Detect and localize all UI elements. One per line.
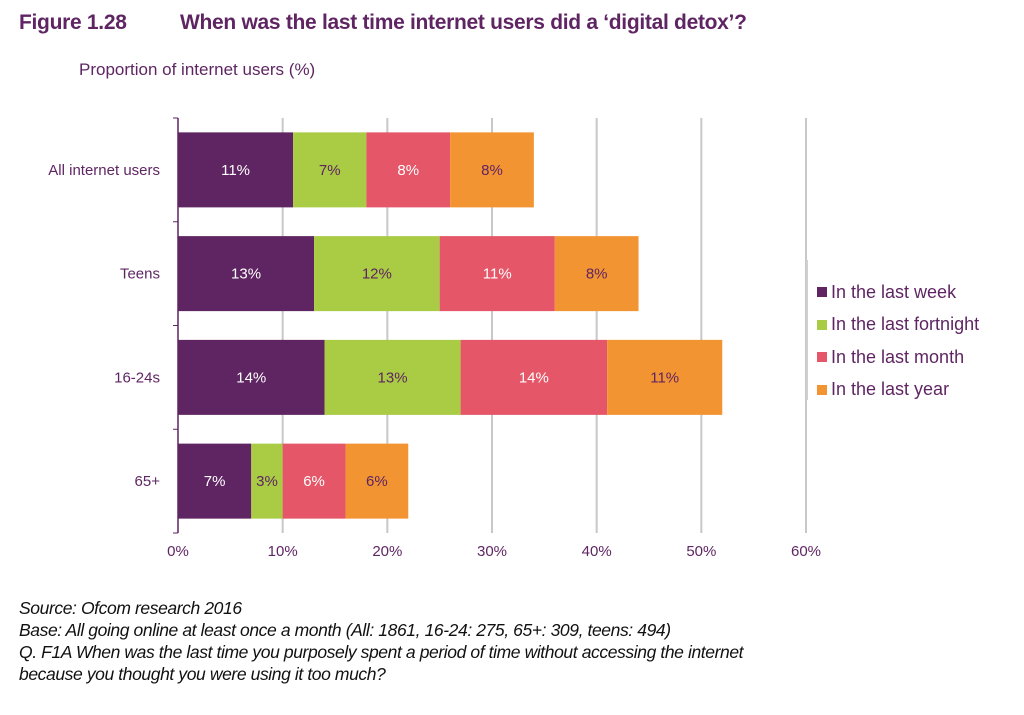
legend-divider [806,260,808,400]
question-note-line-2: because you thought you were using it to… [19,664,386,684]
data-label: 7% [204,473,226,490]
data-label: 7% [319,162,341,179]
legend-swatch [817,352,827,363]
footer-notes: Source: Ofcom research 2016 Base: All go… [19,597,744,685]
x-tick-label: 60% [791,543,821,560]
category-label: All internet users [48,162,160,179]
x-tick-label: 20% [372,543,402,560]
bars: 11% 7% 8% 8% 13% 12% 11% 8% 14% 13% 14% 11% 7% 3% 6% 6% [178,132,723,519]
legend-label: In the last year [831,379,950,400]
data-label: 6% [303,473,325,490]
category-label: Teens [120,266,160,283]
data-label: 13% [378,369,408,386]
data-label: 8% [397,162,419,179]
legend-item: In the last fortnight [817,309,979,342]
x-tick-label: 10% [268,543,298,560]
data-label: 14% [236,369,266,386]
x-tick-label: 50% [686,543,716,560]
data-label: 8% [481,162,503,179]
legend-item: In the last month [817,341,979,374]
source-note: Source: Ofcom research 2016 [19,598,242,618]
base-note: Base: All going online at least once a m… [19,620,671,640]
legend-label: In the last fortnight [831,314,980,335]
x-tick-label: 30% [477,543,507,560]
category-label: 16-24s [114,369,160,386]
y-axis [173,117,179,534]
data-label: 11% [650,369,679,386]
data-label: 11% [221,162,250,179]
data-label: 11% [483,266,512,283]
legend-label: In the last week [831,281,957,302]
legend: In the last week In the last fortnight In … [817,276,979,406]
data-label: 13% [231,266,261,283]
data-label: 3% [256,473,278,490]
legend-swatch [817,384,827,395]
legend-swatch [817,287,827,298]
legend-item: In the last week [817,276,979,309]
legend-label: In the last month [831,346,965,367]
category-labels: All internet users Teens 16-24s 65+ [48,162,160,490]
data-label: 12% [362,266,392,283]
x-tick-labels: 0% 10% 20% 30% 40% 50% 60% [167,543,821,560]
data-label: 8% [586,266,608,283]
category-label: 65+ [135,473,161,490]
question-note-line-1: Q. F1A When was the last time you purpos… [19,642,744,662]
data-label: 6% [366,473,388,490]
x-tick-label: 0% [167,543,189,560]
x-tick-label: 40% [582,543,612,560]
data-label: 14% [519,369,549,386]
legend-swatch [817,319,827,330]
legend-item: In the last year [817,374,979,407]
